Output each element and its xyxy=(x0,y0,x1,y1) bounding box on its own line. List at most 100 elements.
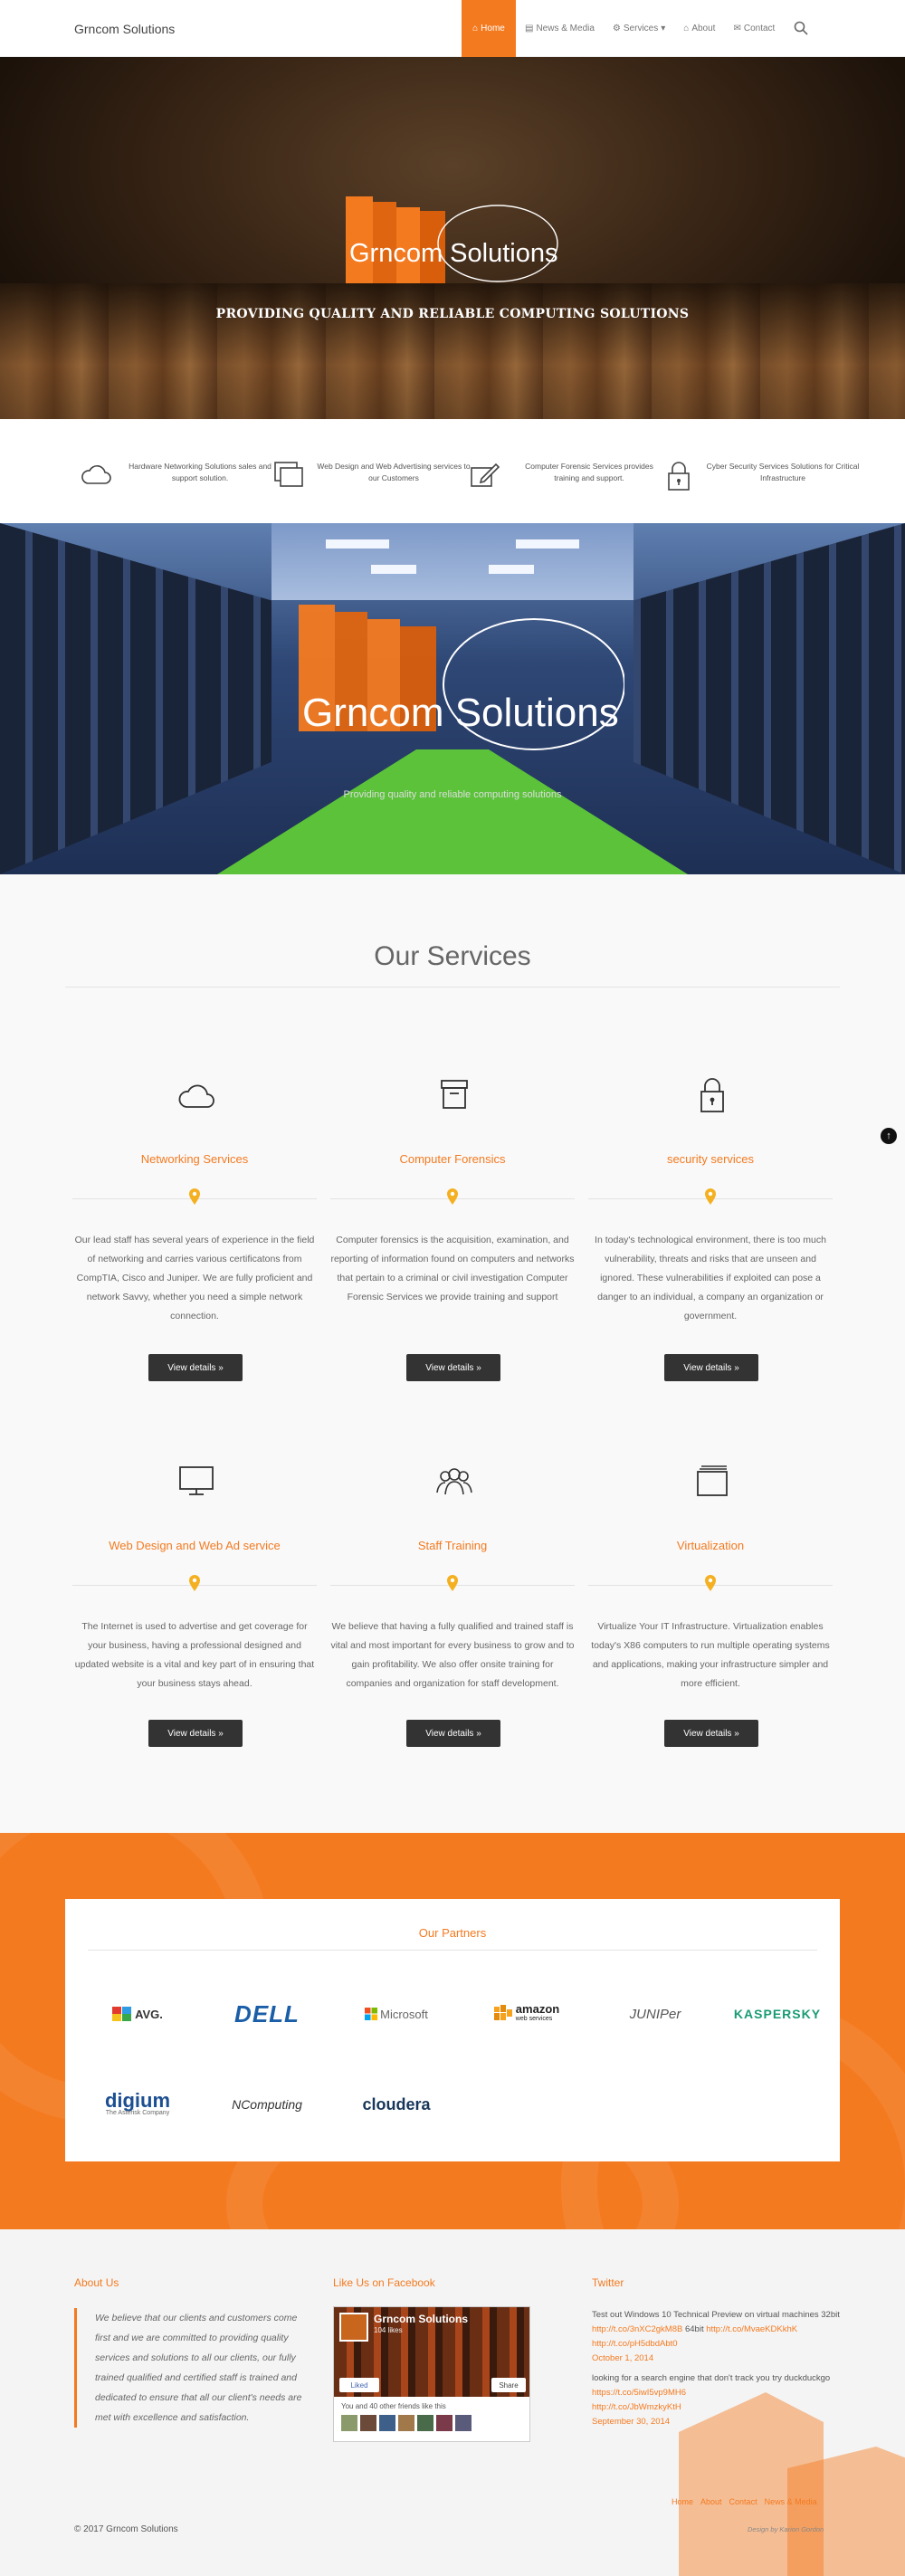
service-card-security: security services In today's technologic… xyxy=(588,1077,833,1381)
ceiling-light xyxy=(326,539,389,549)
map-pin-icon xyxy=(447,1575,458,1591)
feature-text: Web Design and Web Advertising services … xyxy=(317,462,471,482)
nav-about[interactable]: ⌂ About xyxy=(674,0,724,57)
service-description: Our lead staff has several years of expe… xyxy=(74,1235,315,1321)
twitter-heading: Twitter xyxy=(592,2276,624,2289)
tweet-date[interactable]: September 30, 2014 xyxy=(592,2417,670,2427)
service-card-forensics: Computer Forensics Computer forensics is… xyxy=(330,1077,575,1381)
partners-panel: Our Partners AVG. DELL Microsoft amazon … xyxy=(65,1899,840,2161)
footer-link-home[interactable]: Home xyxy=(672,2497,693,2506)
hero2-tagline: Providing quality and reliable computing… xyxy=(343,789,562,800)
map-pin-icon xyxy=(705,1188,716,1205)
facebook-friends: You and 40 other friends like this xyxy=(333,2397,530,2442)
footer-decoration xyxy=(787,2447,905,2576)
service-description: Computer forensics is the acquisition, e… xyxy=(330,1235,575,1302)
features-strip: Hardware Networking Solutions sales and … xyxy=(0,419,905,523)
brand-logo-text: Grncom Solutions xyxy=(349,239,558,268)
nav-contact[interactable]: ✉ Contact xyxy=(724,0,784,57)
partners-heading: Our Partners xyxy=(418,1926,487,1940)
service-title: Networking Services xyxy=(140,1152,249,1166)
server-rack-right xyxy=(634,523,905,874)
search-icon[interactable] xyxy=(793,20,809,36)
partner-logo-kaspersky[interactable]: KASPERSKY xyxy=(723,1999,832,2029)
service-description: The Internet is used to advertise and ge… xyxy=(74,1621,315,1689)
facebook-liked-button[interactable]: Liked xyxy=(339,2378,379,2392)
tweet-link[interactable]: http://t.co/3nXC2gkM8B xyxy=(592,2324,682,2334)
avatar xyxy=(455,2415,472,2431)
nav-home[interactable]: ⌂ Home xyxy=(462,0,516,57)
service-card-networking: Networking Services Our lead staff has s… xyxy=(72,1077,317,1381)
tweet-link[interactable]: http://t.co/pH5dbdAbt0 xyxy=(592,2339,678,2349)
footer-link-news[interactable]: News & Media xyxy=(765,2497,817,2506)
partner-logo-dell[interactable]: DELL xyxy=(213,1999,321,2029)
tweet-link[interactable]: https://t.co/5iwI5vp9MH6 xyxy=(592,2388,686,2398)
facebook-likes: 104 likes xyxy=(374,2326,403,2334)
service-description: Virtualize Your IT Infrastructure. Virtu… xyxy=(591,1621,830,1689)
footer-link-about[interactable]: About xyxy=(700,2497,722,2506)
ceiling-light xyxy=(516,539,579,549)
view-details-button[interactable]: View details » xyxy=(406,1720,500,1747)
view-details-button[interactable]: View details » xyxy=(406,1354,500,1381)
site-footer: About Us We believe that our clients and… xyxy=(0,2229,905,2576)
partner-logo-avg[interactable]: AVG. xyxy=(83,1999,192,2029)
scroll-to-top-button[interactable]: ↑ xyxy=(881,1128,897,1144)
partner-name: amazon xyxy=(515,2002,560,2016)
about-heading: About Us xyxy=(74,2276,119,2289)
partner-name: Microsoft xyxy=(380,2007,428,2021)
nav-about-label: About xyxy=(691,24,716,33)
digium-wordmark: digium The Asterisk Company xyxy=(104,2089,171,2120)
nav-services[interactable]: ⚙ Services ▾ xyxy=(604,0,674,57)
partner-logo-cloudera[interactable]: cloudera xyxy=(342,2089,451,2120)
view-details-button[interactable]: View details » xyxy=(664,1720,758,1747)
tweet-link[interactable]: http://t.co/JbWmzkyKtH xyxy=(592,2402,681,2412)
nav-contact-label: Contact xyxy=(743,24,776,33)
tweet-link[interactable]: http://t.co/MvaeKDKkhK xyxy=(706,2324,797,2334)
partner-logo-ncomputing[interactable]: NComputing xyxy=(213,2089,321,2120)
avatar xyxy=(398,2415,414,2431)
divider xyxy=(88,1950,817,1951)
service-title: security services xyxy=(666,1152,755,1166)
service-card-virtualization: Virtualization Virtualize Your IT Infras… xyxy=(588,1464,833,1753)
arrow-up-icon: ↑ xyxy=(886,1131,891,1141)
avatar xyxy=(379,2415,395,2431)
map-pin-icon xyxy=(705,1575,716,1591)
view-details-button[interactable]: View details » xyxy=(664,1354,758,1381)
services-heading: Our Services xyxy=(374,941,531,971)
partner-name: AVG. xyxy=(135,2007,163,2021)
facebook-heading: Like Us on Facebook xyxy=(333,2276,435,2289)
cloud-icon xyxy=(81,465,111,484)
avg-mark-icon xyxy=(112,2007,132,2021)
users-icon xyxy=(436,1468,472,1495)
aws-mark-icon xyxy=(493,2005,512,2020)
partner-logo-digium[interactable]: digium The Asterisk Company xyxy=(83,2087,192,2127)
brand-logo-large-text: Grncom Solutions xyxy=(302,691,619,735)
ceiling-light xyxy=(489,565,534,574)
footer-link-contact[interactable]: Contact xyxy=(729,2497,757,2506)
facebook-widget[interactable]: Grncom Solutions 104 likes Liked Share xyxy=(333,2306,530,2399)
service-title: Web Design and Web Ad service xyxy=(109,1539,281,1552)
nav-news[interactable]: ▤ News & Media xyxy=(516,0,604,57)
feature-text: Computer Forensic Services provides trai… xyxy=(525,462,653,482)
facebook-share-button[interactable]: Share xyxy=(491,2378,526,2392)
amazon-wordmark: amazon web services xyxy=(515,2002,560,2024)
partner-name: digium xyxy=(104,2089,171,2112)
bank-icon: ⌂ xyxy=(683,24,690,33)
archive-icon xyxy=(441,1080,468,1109)
tweet-date[interactable]: October 1, 2014 xyxy=(592,2353,653,2363)
view-details-button[interactable]: View details » xyxy=(148,1720,243,1747)
partner-name: DELL xyxy=(234,1999,300,2027)
hero-banner-wood: Grncom Solutions PROVIDING QUALITY AND R… xyxy=(0,57,905,419)
view-details-button[interactable]: View details » xyxy=(148,1354,243,1381)
lock-icon xyxy=(668,462,690,491)
site-logo[interactable]: Grncom Solutions xyxy=(74,22,175,36)
tweet-text: looking for a search engine that don't t… xyxy=(592,2373,831,2383)
avatar xyxy=(436,2415,452,2431)
site-header: Grncom Solutions ⌂ Home ▤ News & Media ⚙… xyxy=(0,0,905,57)
partner-logo-microsoft[interactable]: Microsoft xyxy=(342,1999,451,2029)
partner-logo-amazon[interactable]: amazon web services xyxy=(472,1999,580,2029)
cloud-icon xyxy=(178,1084,214,1108)
tweet: looking for a search engine that don't t… xyxy=(592,2371,841,2429)
partner-logo-juniper[interactable]: JUNIPer xyxy=(601,1999,710,2029)
partner-subname: web services xyxy=(515,2016,553,2022)
facebook-page-name[interactable]: Grncom Solutions xyxy=(374,2313,468,2325)
